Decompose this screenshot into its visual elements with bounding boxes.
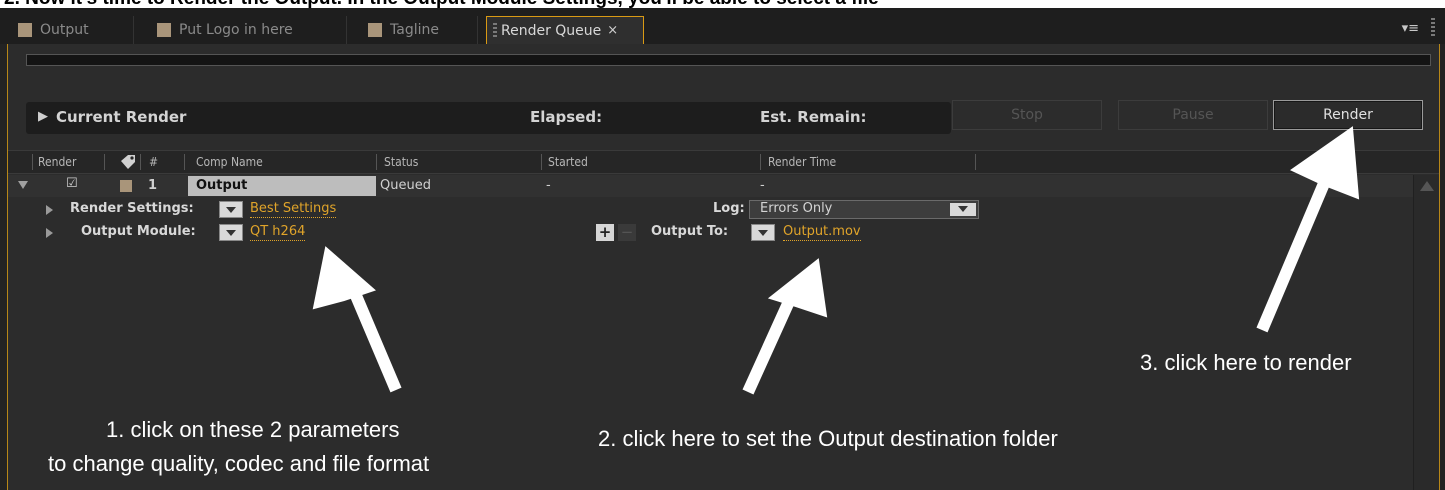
add-output-module-button[interactable]: +	[596, 224, 614, 241]
panel-grip-icon[interactable]	[1431, 18, 1435, 36]
label-tag-icon[interactable]	[118, 153, 138, 171]
tab-label: Put Logo in here	[179, 22, 293, 38]
column-separator[interactable]	[32, 154, 33, 170]
column-separator[interactable]	[140, 154, 141, 170]
render-button[interactable]: Render	[1273, 100, 1423, 130]
column-separator[interactable]	[541, 154, 542, 170]
current-render-bar[interactable]: ▶ Current Render Elapsed: Est. Remain:	[26, 102, 951, 134]
column-header-started[interactable]: Started	[548, 155, 588, 169]
est-remain-label: Est. Remain:	[760, 108, 867, 126]
output-module-label: Output Module:	[81, 224, 196, 239]
render-settings-link[interactable]: Best Settings	[250, 201, 337, 218]
render-settings-dropdown[interactable]	[219, 201, 243, 218]
tab-label: Render Queue	[501, 22, 602, 39]
log-select-value: Errors Only	[760, 201, 833, 216]
tab-put-logo[interactable]: Put Logo in here	[147, 16, 347, 44]
current-render-label: Current Render	[56, 108, 187, 126]
tab-output[interactable]: Output	[8, 16, 134, 44]
tab-grip-icon[interactable]	[493, 23, 497, 39]
render-progress-bar	[26, 54, 1431, 66]
log-label: Log:	[713, 201, 745, 216]
output-to-link[interactable]: Output.mov	[783, 224, 861, 241]
vertical-scrollbar[interactable]	[1413, 175, 1439, 490]
tab-tagline[interactable]: Tagline	[358, 16, 478, 44]
render-settings-label: Render Settings:	[70, 201, 194, 216]
collapse-triangle-icon[interactable]	[18, 181, 28, 189]
column-header-num[interactable]: #	[149, 155, 158, 169]
tab-label: Tagline	[390, 22, 439, 38]
column-separator[interactable]	[104, 154, 105, 170]
step1-annotation-line2: to change quality, codec and file format	[48, 451, 430, 476]
column-header-comp-name[interactable]: Comp Name	[196, 155, 263, 169]
tab-bar: Output Put Logo in here Tagline Render Q…	[0, 8, 1445, 44]
step1-annotation-line1: 1. click on these 2 parameters	[106, 417, 400, 442]
label-color-swatch[interactable]	[120, 180, 132, 192]
remove-output-module-button[interactable]: −	[618, 224, 636, 241]
chevron-down-icon[interactable]	[950, 203, 976, 216]
queue-item-render-time: -	[760, 178, 765, 193]
expand-triangle-icon[interactable]	[46, 205, 53, 215]
expand-triangle-icon[interactable]	[46, 228, 53, 238]
scroll-up-icon[interactable]	[1420, 181, 1434, 191]
output-module-dropdown[interactable]	[219, 224, 243, 241]
column-separator[interactable]	[975, 154, 976, 170]
comp-swatch-icon	[368, 23, 382, 37]
render-settings-row: Render Settings: Best Settings Log: Erro…	[8, 199, 1413, 221]
queue-item-comp-name[interactable]: Output	[196, 178, 247, 193]
pause-button[interactable]: Pause	[1118, 100, 1268, 130]
output-module-link[interactable]: QT h264	[250, 224, 306, 241]
output-to-label: Output To:	[651, 224, 729, 239]
step3-annotation: 3. click here to render	[1140, 350, 1352, 375]
step2-annotation: 2. click here to set the Output destinat…	[598, 426, 1058, 451]
column-header-status[interactable]: Status	[384, 155, 418, 169]
tab-render-queue[interactable]: Render Queue ×	[486, 16, 644, 44]
column-header-render-time[interactable]: Render Time	[768, 155, 836, 169]
comp-swatch-icon	[157, 23, 171, 37]
output-to-dropdown[interactable]	[751, 224, 775, 241]
column-separator[interactable]	[184, 154, 185, 170]
output-module-row: Output Module: QT h264 + − Output To: Ou…	[8, 222, 1413, 244]
close-icon[interactable]: ×	[607, 23, 618, 38]
stop-button[interactable]: Stop	[952, 100, 1102, 130]
queue-column-headers: Render # Comp Name Status Started Render…	[8, 150, 1439, 174]
comp-swatch-icon	[18, 23, 32, 37]
panel-menu-icon[interactable]: ▾≡	[1402, 21, 1419, 36]
elapsed-label: Elapsed:	[530, 108, 603, 126]
expand-triangle-icon[interactable]: ▶	[38, 109, 48, 124]
tab-label: Output	[40, 22, 89, 38]
render-checkbox[interactable]: ☑	[66, 177, 80, 191]
log-select[interactable]: Errors Only	[749, 200, 979, 219]
queue-item-started: -	[546, 178, 551, 193]
queue-item-status: Queued	[380, 178, 431, 193]
column-separator[interactable]	[760, 154, 761, 170]
queue-item-row[interactable]: ☑ 1 Output Queued - -	[8, 175, 1413, 197]
column-header-render[interactable]: Render	[38, 155, 76, 169]
column-separator[interactable]	[376, 154, 377, 170]
queue-item-number: 1	[148, 178, 158, 193]
